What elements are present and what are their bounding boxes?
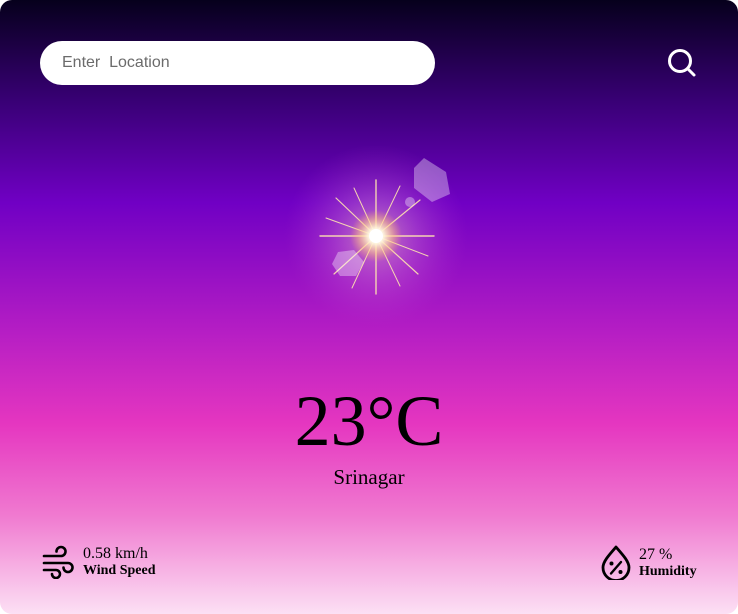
- humidity-value: 27 %: [639, 545, 673, 563]
- wind-icon: [42, 545, 74, 579]
- search-input[interactable]: [40, 41, 435, 85]
- weather-card: 23°C Srinagar 0.58 km/h Wind Speed 27 % …: [0, 0, 738, 614]
- humidity-icon: [601, 545, 631, 580]
- temperature: 23°C: [294, 381, 444, 461]
- sun-icon: [284, 146, 468, 328]
- city-name: Srinagar: [333, 465, 405, 489]
- search-icon: [668, 49, 696, 77]
- humidity: 27 % Humidity: [599, 544, 697, 580]
- wind-speed-value: 0.58 km/h: [83, 545, 148, 562]
- wind-speed: 0.58 km/h Wind Speed: [41, 544, 156, 579]
- wind-speed-label: Wind Speed: [83, 563, 156, 578]
- search-button[interactable]: [662, 45, 702, 81]
- humidity-label: Humidity: [639, 563, 697, 579]
